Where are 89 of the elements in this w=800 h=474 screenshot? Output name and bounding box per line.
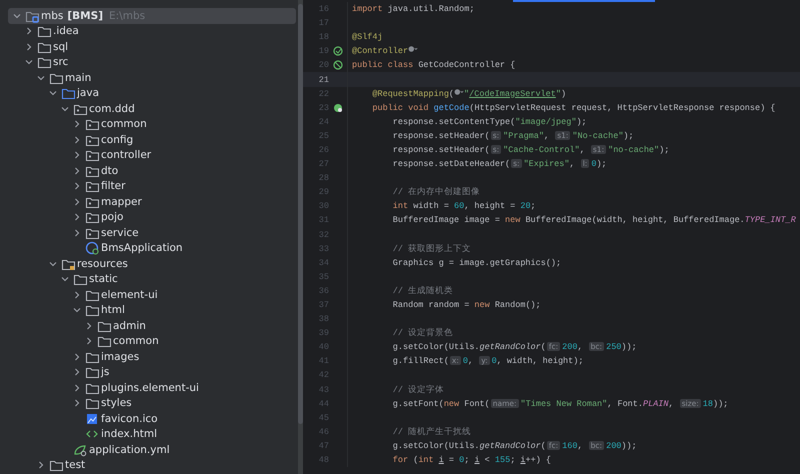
- folder-icon: [73, 272, 87, 286]
- folder-icon: [85, 396, 99, 410]
- tree-item[interactable]: static: [89, 273, 118, 286]
- code-line: for (int i = 0; i < 155; i++) {: [347, 453, 552, 468]
- bean-icon[interactable]: [333, 60, 343, 70]
- chevron-right-icon[interactable]: [72, 228, 82, 238]
- tree-item[interactable]: element-ui: [101, 288, 158, 301]
- module-name: [BMS]: [67, 10, 103, 22]
- tree-item[interactable]: admin: [113, 320, 146, 332]
- image-file-icon: [85, 412, 99, 426]
- globe-icon[interactable]: [408, 45, 418, 54]
- folder-icon: [97, 334, 111, 348]
- chevron-right-icon[interactable]: [72, 119, 82, 130]
- code-line: response.setContentType("image/jpeg");: [347, 114, 587, 129]
- globe-icon[interactable]: [454, 88, 464, 96]
- code-line: Graphics g = image.getGraphics();: [347, 256, 562, 270]
- chevron-right-icon[interactable]: [36, 460, 46, 470]
- class-icon: [85, 241, 99, 256]
- code-line: Random random = new Random();: [347, 298, 541, 312]
- tree-item[interactable]: java: [77, 87, 99, 100]
- line-number: 21: [318, 74, 329, 85]
- code-line: // 设定字体: [347, 382, 444, 397]
- chevron-right-icon[interactable]: [72, 150, 82, 160]
- package-icon: [85, 179, 99, 194]
- tree-item[interactable]: common: [113, 335, 159, 348]
- tree-item[interactable]: plugins.element-ui: [101, 382, 199, 394]
- folder-icon: [85, 365, 99, 380]
- tree-item[interactable]: sql: [53, 40, 68, 53]
- code-line: BufferedImage image = new BufferedImage(width, height, BufferedImage.TYPE_INT_R: [347, 213, 796, 228]
- code-line: int width = 60, height = 20;: [347, 199, 536, 214]
- tree-item[interactable]: main: [65, 72, 92, 84]
- chevron-right-icon[interactable]: [72, 352, 82, 362]
- endpoint-icon[interactable]: [333, 102, 343, 113]
- tree-item[interactable]: .idea: [53, 25, 79, 38]
- tree-item[interactable]: common: [101, 118, 147, 130]
- tree-item[interactable]: filter: [101, 180, 126, 192]
- code-line: // 获取图形上下文: [347, 242, 472, 256]
- chevron-right-icon[interactable]: [72, 290, 82, 300]
- code-line: // 随机产生干扰线: [347, 424, 472, 439]
- tree-item[interactable]: pojo: [101, 211, 124, 224]
- chevron-right-icon[interactable]: [24, 26, 34, 36]
- tree-item[interactable]: styles: [101, 397, 132, 410]
- folder-icon: [85, 303, 99, 318]
- chevron-right-icon[interactable]: [72, 367, 82, 378]
- tree-item[interactable]: favicon.ico: [101, 412, 158, 425]
- tree-item[interactable]: mbs: [41, 10, 64, 22]
- folder-icon: [37, 24, 51, 38]
- package-icon: [85, 117, 99, 132]
- chevron-right-icon[interactable]: [72, 134, 82, 145]
- package-icon: [85, 210, 99, 224]
- code-line: // 设定背景色: [347, 326, 454, 340]
- tree-item[interactable]: index.html: [101, 428, 157, 440]
- code-line: import java.util.Random;: [347, 2, 474, 16]
- folder-icon: [37, 55, 51, 70]
- chevron-right-icon[interactable]: [72, 212, 82, 222]
- chevron-right-icon[interactable]: [72, 166, 82, 176]
- tree-item[interactable]: images: [101, 350, 140, 363]
- bean-icon[interactable]: [333, 46, 343, 56]
- tree-item[interactable]: service: [101, 226, 139, 239]
- chevron-right-icon[interactable]: [84, 336, 94, 346]
- tree-item[interactable]: application.yml: [89, 444, 170, 456]
- code-line: @Slf4j: [347, 30, 383, 44]
- chevron-right-icon[interactable]: [24, 42, 34, 52]
- tree-item[interactable]: html: [101, 304, 125, 316]
- source-folder-icon: [61, 86, 75, 100]
- chevron-right-icon[interactable]: [84, 320, 94, 331]
- code-line: @Controller: [347, 44, 418, 58]
- tree-item[interactable]: test: [65, 459, 86, 472]
- tree-item[interactable]: js: [101, 366, 110, 378]
- code-line: public void getCode(HttpServletRequest request, HttpServletResponse response) {: [347, 100, 776, 115]
- folder-icon: [49, 458, 63, 472]
- tree-item[interactable]: BmsApplication: [101, 242, 183, 254]
- code-line: @RequestMapping( "/CodeImageServlet"): [347, 86, 566, 101]
- tree-item[interactable]: controller: [101, 149, 152, 162]
- tree-item[interactable]: com.ddd: [89, 102, 135, 115]
- package-icon: [85, 148, 99, 162]
- tree-item[interactable]: resources: [77, 258, 128, 270]
- chevron-right-icon[interactable]: [72, 398, 82, 408]
- chevron-right-icon[interactable]: [72, 382, 82, 393]
- code-line: // 生成随机类: [347, 284, 454, 298]
- config-file-icon: [73, 442, 87, 457]
- code-line: // 在内存中创建图像: [347, 185, 480, 200]
- chevron-right-icon[interactable]: [72, 196, 82, 207]
- tree-item[interactable]: src: [53, 56, 68, 68]
- chevron-right-icon[interactable]: [72, 181, 82, 192]
- scrollbar[interactable]: [298, 0, 303, 474]
- tree-item[interactable]: dto: [101, 164, 118, 177]
- tree-item[interactable]: mapper: [101, 196, 142, 208]
- tree-item[interactable]: config: [101, 134, 134, 146]
